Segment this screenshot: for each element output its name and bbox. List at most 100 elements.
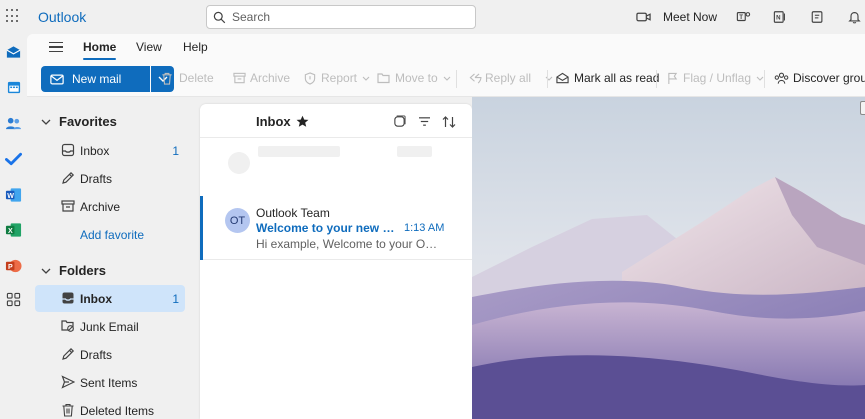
folder-item-drafts[interactable]: Drafts — [35, 341, 185, 368]
hamburger-menu-icon[interactable] — [49, 42, 63, 53]
folder-move-icon — [377, 73, 390, 84]
unread-count: 1 — [172, 291, 179, 306]
chevron-down-icon — [362, 76, 370, 81]
word-app-button[interactable]: W — [4, 185, 23, 204]
app-title[interactable]: Outlook — [38, 9, 86, 25]
chevron-down-icon — [41, 268, 51, 274]
favorites-item-archive[interactable]: Archive — [35, 193, 185, 220]
select-icon[interactable] — [393, 115, 406, 128]
powerpoint-app-button[interactable]: P — [4, 256, 23, 275]
mark-all-read-button[interactable]: Mark all as read — [556, 71, 659, 85]
onenote-button[interactable]: N — [773, 0, 788, 34]
apps-grid-icon — [6, 292, 21, 307]
search-input[interactable]: Search — [232, 10, 270, 24]
sort-icon[interactable] — [442, 115, 456, 129]
archive-button[interactable]: Archive — [233, 71, 290, 85]
favorites-item-drafts[interactable]: Drafts — [35, 165, 185, 192]
envelope-icon — [50, 74, 64, 84]
reply-all-icon — [469, 73, 482, 83]
unread-count: 1 — [172, 143, 179, 158]
mail-app-button[interactable] — [4, 42, 23, 61]
toolbar-divider — [764, 70, 765, 88]
loading-line-placeholder — [397, 146, 432, 157]
flag-label: Flag / Unflag — [683, 71, 752, 85]
new-mail-button[interactable]: New mail — [41, 66, 150, 92]
reply-all-button[interactable]: Reply all — [467, 71, 553, 85]
folder-item-junk-email[interactable]: Junk Email — [35, 313, 185, 340]
svg-text:W: W — [7, 191, 14, 199]
folder-item-inbox[interactable]: Inbox 1 — [35, 285, 185, 312]
todo-app-button[interactable] — [4, 149, 23, 168]
feedback-button[interactable] — [810, 0, 825, 34]
favorites-item-inbox[interactable]: Inbox 1 — [35, 137, 185, 164]
app-launcher-icon[interactable] — [6, 9, 20, 23]
svg-text:N: N — [776, 15, 780, 22]
add-favorite-link[interactable]: Add favorite — [35, 221, 185, 248]
discover-groups-button[interactable]: Discover group — [774, 71, 865, 85]
favorites-item-label: Drafts — [80, 171, 113, 186]
svg-text:T: T — [739, 14, 743, 21]
ribbon-toolbar: New mail Delete Archive Report Move to R… — [27, 61, 865, 97]
avatar: OT — [225, 208, 250, 233]
shield-icon — [304, 71, 316, 85]
meet-now-label: Meet Now — [663, 10, 718, 24]
favorites-header[interactable]: Favorites — [41, 114, 117, 129]
delete-button[interactable]: Delete — [161, 71, 214, 85]
tab-home[interactable]: Home — [83, 40, 117, 60]
unread-indicator — [200, 196, 203, 260]
add-favorite-label: Add favorite — [80, 227, 145, 242]
favorites-heading: Favorites — [59, 114, 117, 129]
calendar-icon — [7, 81, 20, 94]
reading-pane-scroll-handle[interactable] — [860, 101, 865, 115]
excel-app-button[interactable]: X — [4, 220, 23, 239]
groups-icon — [774, 72, 789, 84]
pencil-icon — [62, 171, 75, 184]
reply-all-label: Reply all — [485, 71, 532, 85]
mail-app-icon — [6, 45, 21, 58]
move-to-button[interactable]: Move to — [377, 71, 451, 85]
delete-label: Delete — [179, 71, 214, 85]
search-icon — [213, 11, 226, 23]
ribbon-tabs: Home View Help — [27, 34, 865, 61]
message-item[interactable]: OT Outlook Team Welcome to your new Ou..… — [200, 196, 472, 260]
people-app-button[interactable] — [4, 114, 23, 133]
favorites-item-label: Archive — [80, 199, 121, 214]
inbox-icon — [62, 292, 74, 304]
chevron-down-icon — [756, 76, 764, 81]
chevron-down-icon — [41, 119, 51, 125]
powerpoint-icon: P — [5, 259, 22, 272]
folder-item-label: Junk Email — [80, 319, 139, 334]
chevron-down-icon — [443, 76, 451, 81]
star-icon[interactable] — [296, 115, 309, 128]
message-list: Inbox OT Outlook Team Welcome to your ne… — [200, 104, 472, 419]
svg-text:X: X — [8, 226, 13, 234]
notifications-button[interactable] — [848, 0, 861, 34]
toolbar-divider — [547, 70, 548, 88]
flag-icon — [668, 72, 678, 84]
archive-label: Archive — [250, 71, 291, 85]
onenote-icon: N — [773, 11, 785, 23]
more-apps-button[interactable] — [4, 290, 23, 309]
folder-item-label: Drafts — [80, 347, 113, 362]
search-box[interactable]: Search — [206, 5, 476, 29]
toolbar-divider — [656, 70, 657, 88]
favorites-item-label: Inbox — [80, 143, 110, 158]
folders-header[interactable]: Folders — [41, 263, 106, 278]
svg-text:P: P — [8, 262, 13, 270]
pencil-icon — [62, 347, 75, 360]
folder-item-label: Inbox — [80, 291, 112, 306]
tab-view[interactable]: View — [136, 40, 162, 54]
toolbar-divider — [456, 70, 457, 88]
inbox-icon — [61, 143, 75, 157]
folder-item-deleted-items[interactable]: Deleted Items — [35, 397, 185, 419]
message-list-title: Inbox — [256, 114, 291, 129]
calendar-app-button[interactable] — [4, 78, 23, 97]
teams-button[interactable]: T — [736, 0, 751, 34]
flag-button[interactable]: Flag / Unflag — [667, 71, 764, 85]
tab-help[interactable]: Help — [183, 40, 208, 54]
filter-icon[interactable] — [418, 116, 431, 127]
report-button[interactable]: Report — [304, 71, 370, 85]
meet-now-button[interactable]: Meet Now — [636, 0, 717, 34]
folder-item-sent-items[interactable]: Sent Items — [35, 369, 185, 396]
notepad-icon — [811, 11, 823, 23]
